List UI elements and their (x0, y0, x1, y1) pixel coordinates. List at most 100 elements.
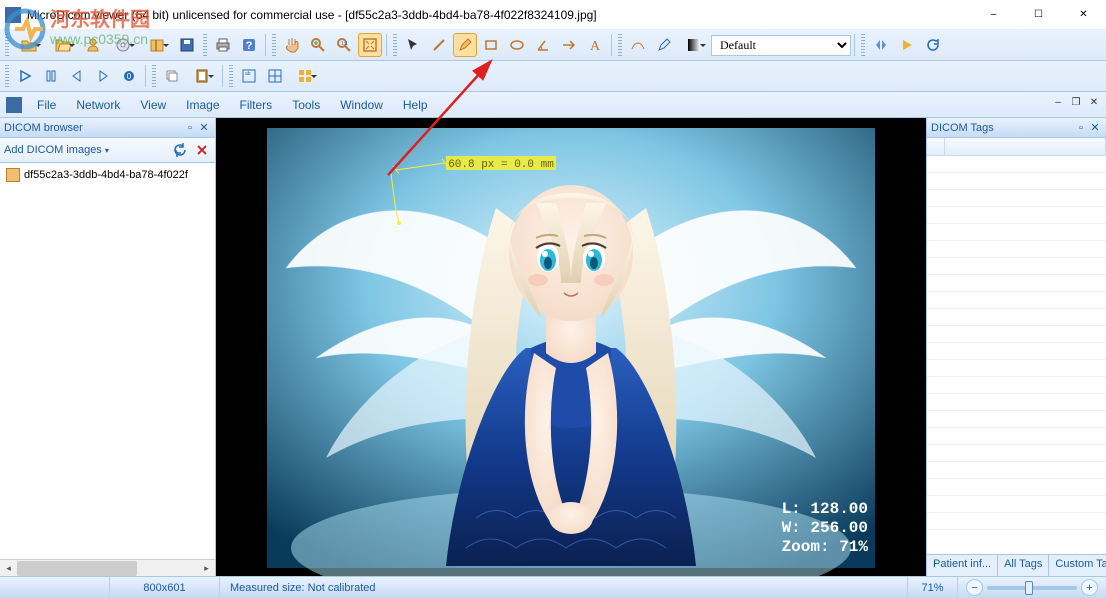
mdi-close-button[interactable]: ✕ (1086, 94, 1102, 110)
add-dicom-images-button[interactable]: Add DICOM images (4, 144, 109, 156)
separator (854, 34, 855, 56)
tab-patient-info[interactable]: Patient inf... (927, 555, 998, 576)
tab-all-tags[interactable]: All Tags (998, 555, 1049, 576)
refresh-icon[interactable] (171, 141, 189, 159)
tree-item[interactable]: df55c2a3-3ddb-4bd4-ba78-4f022f (0, 166, 215, 184)
svg-text:A: A (590, 39, 601, 53)
svg-text:60.8 px = 0.0 mm: 60.8 px = 0.0 mm (448, 159, 554, 171)
layout-button[interactable] (289, 64, 321, 88)
mdi-restore-button[interactable]: ❐ (1068, 94, 1084, 110)
delete-icon[interactable] (193, 141, 211, 159)
rect-tool[interactable] (479, 33, 503, 57)
zoom-in-button[interactable]: + (1081, 579, 1098, 596)
split-button[interactable] (263, 64, 287, 88)
grip-icon[interactable] (5, 34, 9, 56)
play-button[interactable] (895, 33, 919, 57)
grip-icon[interactable] (618, 34, 622, 56)
panel-head: DICOM browser ▫ ✕ (0, 118, 215, 138)
grip-icon[interactable] (393, 34, 397, 56)
open-zip-button[interactable] (141, 33, 173, 57)
grip-icon[interactable] (861, 34, 865, 56)
clipboard-button[interactable] (186, 64, 218, 88)
line-tool[interactable] (427, 33, 451, 57)
app-icon (5, 7, 21, 23)
cine-pause-button[interactable] (39, 64, 63, 88)
menu-network[interactable]: Network (67, 95, 129, 115)
refresh-button[interactable] (921, 33, 945, 57)
pencil-tool[interactable] (453, 33, 477, 57)
main-panels: DICOM browser ▫ ✕ Add DICOM images df55c… (0, 118, 1106, 576)
grip-icon[interactable] (272, 34, 276, 56)
grip-icon[interactable] (203, 34, 207, 56)
image-viewer[interactable]: 60.8 px = 0.0 mm L: 128.00 W: 256.00 Zoo… (216, 118, 927, 576)
cine-prev-button[interactable] (65, 64, 89, 88)
svg-text:L: 128.00: L: 128.00 (782, 500, 868, 518)
menu-help[interactable]: Help (394, 95, 437, 115)
zoom-track[interactable] (987, 586, 1077, 590)
scroll-left-arrow[interactable]: ◂ (0, 560, 17, 577)
separator (265, 34, 266, 56)
edit-button[interactable] (652, 33, 676, 57)
svg-text:1:1: 1:1 (341, 41, 348, 47)
open-folder-button[interactable] (47, 33, 79, 57)
arrow-tool[interactable] (557, 33, 581, 57)
save-button[interactable] (175, 33, 199, 57)
zoom-button[interactable] (306, 33, 330, 57)
mdi-minimize-button[interactable]: – (1050, 94, 1066, 110)
open-patient-button[interactable] (81, 33, 105, 57)
fit-window-button[interactable] (358, 33, 382, 57)
scroll-right-arrow[interactable]: ▸ (198, 560, 215, 577)
lut-button[interactable] (678, 33, 710, 57)
maximize-button[interactable]: ☐ (1016, 0, 1061, 29)
grid-header[interactable] (927, 138, 1106, 156)
zoom-100-button[interactable]: 1:1 (332, 33, 356, 57)
app-icon (6, 97, 22, 113)
zoom-thumb[interactable] (1025, 581, 1033, 595)
grip-icon[interactable] (229, 65, 233, 87)
menu-file[interactable]: File (28, 95, 65, 115)
pin-icon[interactable]: ▫ (1074, 122, 1088, 134)
dicom-browser-panel: DICOM browser ▫ ✕ Add DICOM images df55c… (0, 118, 216, 576)
close-icon[interactable]: ✕ (197, 121, 211, 134)
grip-icon[interactable] (5, 65, 9, 87)
scroll-thumb[interactable] (17, 561, 137, 576)
text-tool[interactable]: A (583, 33, 607, 57)
print-button[interactable] (211, 33, 235, 57)
pan-button[interactable] (280, 33, 304, 57)
open-file-button[interactable] (13, 33, 45, 57)
tags-grid (927, 138, 1106, 554)
close-icon[interactable]: ✕ (1088, 121, 1102, 134)
menu-view[interactable]: View (131, 95, 175, 115)
tab-custom-tags[interactable]: Custom Ta... (1049, 555, 1106, 576)
toolbar-row-2: 0 ab (0, 61, 1106, 92)
grip-icon[interactable] (152, 65, 156, 87)
cine-next-button[interactable] (91, 64, 115, 88)
separator (145, 65, 146, 87)
zoom-slider[interactable]: − + (958, 579, 1106, 596)
separator (386, 34, 387, 56)
angle-tool[interactable] (531, 33, 555, 57)
zoom-out-button[interactable]: − (966, 579, 983, 596)
preset-combo[interactable]: Default (711, 35, 851, 56)
open-cd-button[interactable] (107, 33, 139, 57)
menu-image[interactable]: Image (177, 95, 228, 115)
menu-tools[interactable]: Tools (283, 95, 329, 115)
menu-filters[interactable]: Filters (231, 95, 282, 115)
overlay-button[interactable]: ab (237, 64, 261, 88)
pointer-tool[interactable] (401, 33, 425, 57)
pin-icon[interactable]: ▫ (183, 122, 197, 134)
flip-h-button[interactable] (869, 33, 893, 57)
ellipse-tool[interactable] (505, 33, 529, 57)
help-button[interactable]: ? (237, 33, 261, 57)
cine-play-button[interactable] (13, 64, 37, 88)
h-scrollbar[interactable]: ◂ ▸ (0, 559, 215, 576)
separator (611, 34, 612, 56)
menu-window[interactable]: Window (331, 95, 392, 115)
grid-row (927, 156, 1106, 173)
close-button[interactable]: ✕ (1061, 0, 1106, 29)
image-canvas: 60.8 px = 0.0 mm L: 128.00 W: 256.00 Zoo… (216, 118, 926, 576)
cine-loop-button[interactable]: 0 (117, 64, 141, 88)
minimize-button[interactable]: – (971, 0, 1016, 29)
copy-button[interactable] (160, 64, 184, 88)
roi-curve-button[interactable] (626, 33, 650, 57)
